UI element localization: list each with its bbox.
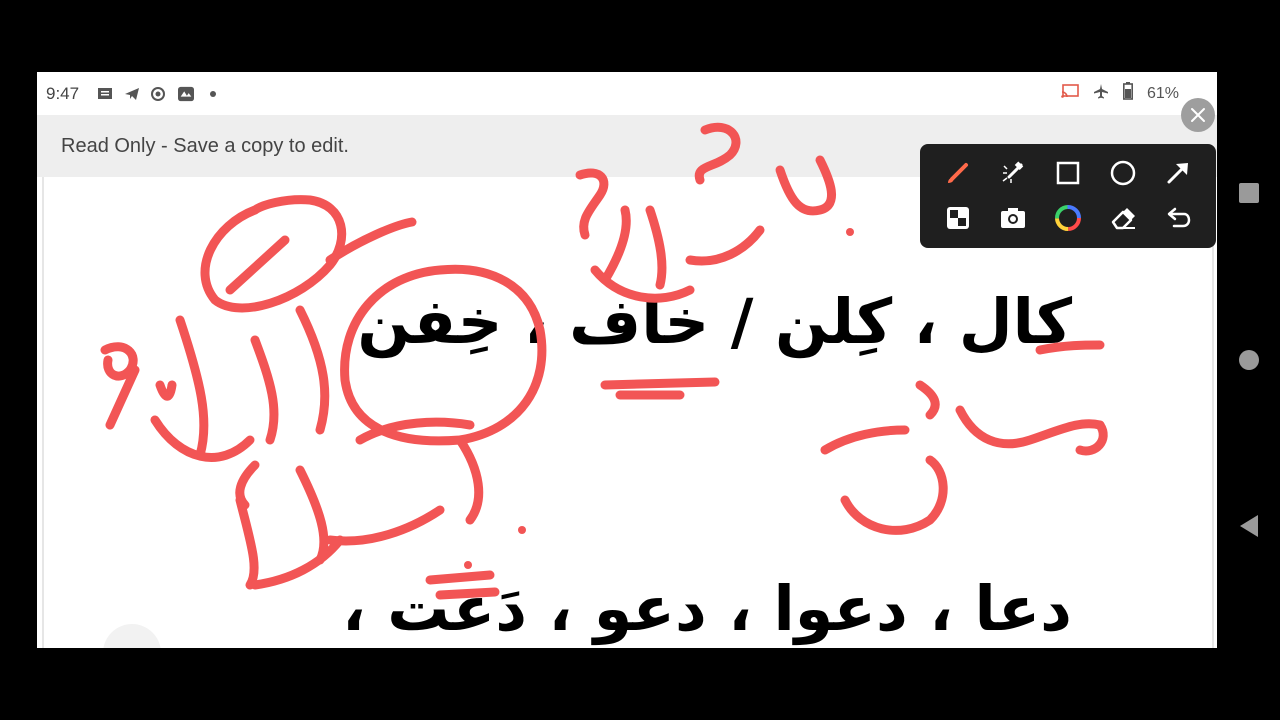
undo-icon — [1167, 207, 1191, 228]
system-nav-bar — [1218, 72, 1280, 648]
laser-pointer-tool[interactable] — [995, 155, 1031, 191]
message-icon — [97, 87, 113, 101]
undo-tool[interactable] — [1160, 200, 1196, 236]
document-line-2: دعا ، دعوا ، دعو ، دَعت ، — [342, 572, 1072, 645]
document-line-1: كال ، كِلن / خاف ، خِفن — [357, 285, 1072, 358]
close-icon — [1191, 108, 1205, 122]
mosaic-tool[interactable] — [940, 200, 976, 236]
banner-text: Read Only - Save a copy to edit. — [61, 134, 349, 157]
telegram-icon — [124, 87, 140, 101]
color-tool[interactable] — [1050, 200, 1086, 236]
clock: 9:47 — [46, 83, 80, 103]
close-annotation-button[interactable] — [1181, 98, 1215, 132]
color-wheel-icon — [1055, 205, 1081, 231]
camera-tool[interactable] — [995, 200, 1031, 236]
dot-icon — [205, 87, 221, 101]
rectangle-tool[interactable] — [1050, 155, 1086, 191]
brush-tool[interactable] — [940, 155, 976, 191]
circle-icon — [1110, 160, 1136, 186]
mosaic-icon — [947, 207, 969, 229]
recents-button[interactable] — [1238, 182, 1260, 204]
cast-icon — [1061, 84, 1079, 103]
camera-icon — [1001, 208, 1025, 228]
airplane-icon — [1093, 83, 1109, 104]
laser-pointer-icon — [1002, 161, 1024, 183]
brush-icon — [948, 163, 968, 183]
back-button[interactable] — [1238, 515, 1260, 537]
recorder-icon — [151, 86, 167, 101]
eraser-tool[interactable] — [1105, 200, 1141, 236]
annotation-toolbar — [920, 144, 1216, 248]
arrow-tool[interactable] — [1160, 155, 1196, 191]
back-icon — [1240, 515, 1258, 537]
eraser-icon — [1111, 208, 1135, 230]
battery-percent: 61% — [1146, 84, 1179, 102]
gallery-icon — [178, 86, 195, 101]
circle-tool[interactable] — [1105, 155, 1141, 191]
home-icon — [1239, 350, 1259, 370]
battery-icon — [1122, 82, 1133, 105]
home-button[interactable] — [1238, 349, 1260, 371]
recents-icon — [1239, 183, 1259, 203]
status-bar: 9:47 61% — [37, 72, 1217, 115]
rectangle-icon — [1056, 161, 1080, 185]
arrow-icon — [1167, 163, 1188, 184]
